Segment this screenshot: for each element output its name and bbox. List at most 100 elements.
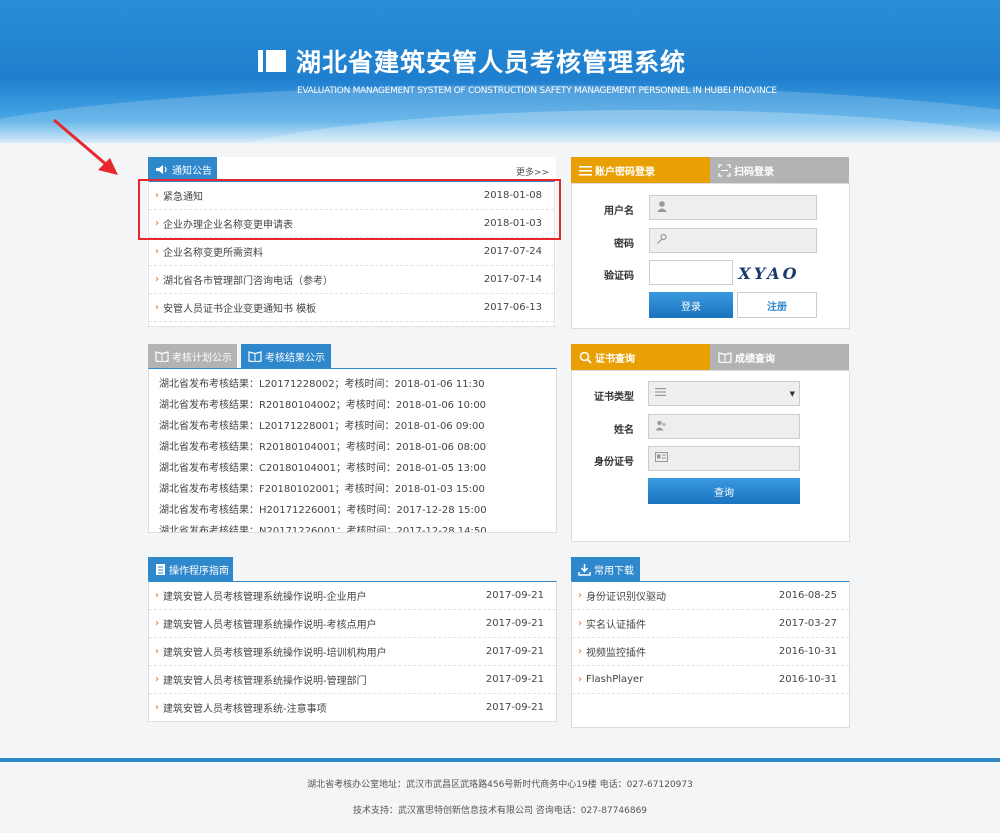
tab-guide[interactable]: 操作程序指南 [148, 557, 233, 581]
chevron-right-icon: › [155, 274, 159, 285]
list-item-date: 2017-09-21 [485, 646, 544, 657]
title-row: 湖北省建筑安管人员考核管理系统 [258, 45, 686, 77]
list-item[interactable]: › 建筑安管人员考核管理系统操作说明-考核点用户 2017-09-21 [149, 610, 556, 638]
tab-cert-query[interactable]: 证书查询 [571, 344, 710, 370]
tab-account-login[interactable]: 账户密码登录 [571, 157, 710, 183]
book-icon [718, 351, 732, 363]
downloads-list: › 身份证识别仪驱动 2016-08-25 › 实名认证插件 2017-03-27 › 视频监… [571, 581, 850, 728]
user-group-icon [655, 420, 668, 434]
exam-result-item[interactable]: 湖北省发布考核结果：R20180104002；考核时间：2018-01-06 1… [159, 395, 486, 416]
captcha-label: 验证码 [604, 271, 634, 282]
list-item-date: 2017-07-14 [483, 274, 542, 285]
exam-result-item[interactable]: 湖北省发布考核结果：L20171228002；考核时间：2018-01-06 1… [159, 374, 485, 395]
cert-type-select[interactable]: ▼ [648, 381, 800, 406]
tab-exam-plan-label: 考核计划公示 [172, 352, 232, 364]
id-number-field[interactable] [648, 446, 800, 471]
chevron-right-icon: › [155, 590, 159, 601]
cert-type-label: 证书类型 [594, 392, 634, 403]
download-icon [578, 563, 591, 576]
exam-result-item[interactable]: 湖北省发布考核结果：L20171228001；考核时间：2018-01-06 0… [159, 416, 485, 437]
exam-results-panel: 湖北省发布考核结果：L20171228002；考核时间：2018-01-06 1… [148, 368, 557, 533]
tab-scan-login[interactable]: 扫码登录 [710, 157, 849, 183]
login-button[interactable]: 登录 [649, 292, 733, 318]
list-item[interactable]: › 视频监控插件 2016-10-31 [572, 638, 849, 666]
chevron-right-icon: › [578, 618, 582, 629]
list-item-title[interactable]: 建筑安管人员考核管理系统-注意事项 [163, 700, 486, 715]
exam-result-item[interactable]: 湖北省发布考核结果：R20180104001；考核时间：2018-01-06 0… [159, 437, 486, 458]
list-item[interactable]: › 建筑安管人员考核管理系统操作说明-管理部门 2017-09-21 [149, 666, 556, 694]
tab-downloads-label: 常用下载 [594, 565, 634, 577]
list-item-title[interactable]: 视频监控插件 [586, 644, 779, 659]
list-item-date: 2016-08-25 [778, 590, 837, 601]
tab-notices[interactable]: 通知公告 [148, 157, 217, 181]
exam-result-item[interactable]: 湖北省发布考核结果：N20171226001；考核时间：2017-12-28 1… [159, 521, 487, 532]
captcha-field[interactable] [649, 260, 733, 285]
list-item[interactable]: › 企业名称变更所需资料 2017-07-24 [149, 238, 554, 266]
chevron-right-icon: › [155, 702, 159, 713]
tab-exam-plan[interactable]: 考核计划公示 [148, 344, 237, 368]
list-item-date: 2017-06-13 [483, 302, 542, 313]
list-item-date: 2017-09-21 [485, 702, 544, 713]
document-icon [155, 563, 166, 576]
exam-result-item[interactable]: 湖北省发布考核结果：C20180104001；考核时间：2018-01-05 1… [159, 458, 486, 479]
tab-scan-login-label: 扫码登录 [734, 166, 774, 178]
tab-downloads[interactable]: 常用下载 [571, 557, 640, 581]
user-icon [656, 200, 668, 215]
captcha-image[interactable]: XYAO [736, 262, 802, 284]
list-item[interactable]: › 湖北省各市管理部门咨询电话（参考） 2017-07-14 [149, 266, 554, 294]
header-banner: 湖北省建筑安管人员考核管理系统 EVALUATION MANAGEMENT SY… [0, 0, 1000, 143]
list-item-date: 2017-09-21 [485, 674, 544, 685]
list-item-title[interactable]: 安管人员证书企业变更通知书 模板 [163, 300, 484, 315]
list-item-title[interactable]: 建筑安管人员考核管理系统操作说明-考核点用户 [163, 616, 486, 631]
list-item[interactable]: › 建筑安管人员考核管理系统操作说明-培训机构用户 2017-09-21 [149, 638, 556, 666]
book-icon [155, 350, 169, 362]
name-field[interactable] [648, 414, 800, 439]
chevron-right-icon: › [155, 674, 159, 685]
id-number-label: 身份证号 [594, 457, 634, 468]
list-item-date: 2017-09-21 [485, 590, 544, 601]
list-item-title[interactable]: FlashPlayer [586, 674, 779, 685]
password-field[interactable] [649, 228, 817, 253]
chevron-right-icon: › [578, 646, 582, 657]
register-button[interactable]: 注册 [737, 292, 817, 318]
list-item[interactable]: › 身份证识别仪驱动 2016-08-25 [572, 582, 849, 610]
query-button[interactable]: 查询 [648, 478, 800, 504]
list-item-title[interactable]: 建筑安管人员考核管理系统操作说明-管理部门 [163, 672, 486, 687]
name-label: 姓名 [614, 425, 634, 436]
list-item[interactable]: › FlashPlayer 2016-10-31 [572, 666, 849, 694]
exam-result-item[interactable]: 湖北省发布考核结果：H20171226001；考核时间：2017-12-28 1… [159, 500, 487, 521]
list-item[interactable]: › 实名认证插件 2017-03-27 [572, 610, 849, 638]
chevron-right-icon: › [155, 302, 159, 313]
tab-cert-query-label: 证书查询 [595, 353, 635, 365]
chevron-right-icon: › [155, 618, 159, 629]
chevron-right-icon: › [155, 246, 159, 257]
tab-guide-label: 操作程序指南 [169, 565, 229, 577]
red-arrow-annotation [53, 118, 118, 175]
chevron-right-icon: › [155, 646, 159, 657]
list-item-title[interactable]: 企业名称变更所需资料 [163, 244, 484, 259]
list-item[interactable]: › 建筑安管人员考核管理系统操作说明-企业用户 2017-09-21 [149, 582, 556, 610]
key-icon [656, 233, 668, 248]
list-item-date: 2017-03-27 [778, 618, 837, 629]
tab-score-query[interactable]: 成绩查询 [710, 344, 849, 370]
list-item-date: 2017-07-24 [483, 246, 542, 257]
list-item[interactable]: › 安管人员证书企业变更通知书 模板 2017-06-13 [149, 294, 554, 322]
list-item-title[interactable]: 湖北省各市管理部门咨询电话（参考） [163, 272, 484, 287]
username-field[interactable] [649, 195, 817, 220]
tab-exam-result[interactable]: 考核结果公示 [241, 344, 331, 368]
speaker-icon [155, 164, 169, 175]
footer-address: 湖北省考核办公室地址：武汉市武昌区武珞路456号新时代商务中心19楼 电话：02… [307, 780, 693, 790]
captcha-text: XYAO [738, 263, 800, 283]
exam-result-item[interactable]: 湖北省发布考核结果：F20180102001；考核时间：2018-01-03 1… [159, 479, 485, 500]
list-item-date: 2016-10-31 [778, 674, 837, 685]
list-icon [655, 387, 666, 400]
list-item-title[interactable]: 建筑安管人员考核管理系统操作说明-培训机构用户 [163, 644, 486, 659]
list-item[interactable]: › 建筑安管人员考核管理系统-注意事项 2017-09-21 [149, 694, 556, 722]
list-item-title[interactable]: 建筑安管人员考核管理系统操作说明-企业用户 [163, 588, 486, 603]
tab-account-login-label: 账户密码登录 [595, 166, 655, 178]
list-item-date: 2017-09-21 [485, 618, 544, 629]
list-item-title[interactable]: 实名认证插件 [586, 616, 779, 631]
list-item-title[interactable]: 身份证识别仪驱动 [586, 588, 779, 603]
id-card-icon [655, 452, 668, 465]
more-link[interactable]: 更多>> [516, 165, 549, 178]
